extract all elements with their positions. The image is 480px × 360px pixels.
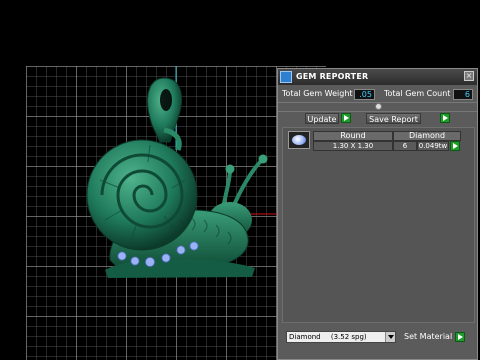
snail-pendant-model[interactable] [80, 70, 280, 285]
update-button[interactable]: Update [305, 113, 339, 124]
column-header-shape: Round [313, 131, 393, 141]
set-material-button[interactable]: Set Material [404, 331, 452, 343]
total-gem-count-label: Total Gem Count [384, 89, 451, 98]
slider-knob-icon[interactable] [375, 103, 382, 110]
gem-size-cell: 1.30 X 1.30 [313, 141, 393, 151]
total-gem-count-value: 6 [453, 89, 473, 100]
gem-count-cell: 6 [393, 141, 417, 151]
gem-thumbnail-icon[interactable] [288, 131, 310, 149]
material-select[interactable]: Diamond (3.52 spg) [286, 331, 396, 343]
set-material-go-arrow-icon[interactable] [455, 332, 465, 342]
save-report-button[interactable]: Save Report [366, 113, 421, 124]
column-header-material: Diamond [393, 131, 461, 141]
update-go-arrow-icon[interactable] [341, 113, 351, 123]
panel-titlebar[interactable]: GEM REPORTER × [278, 69, 477, 85]
gem-reporter-panel: GEM REPORTER × Total Gem Weight .05 Tota… [277, 68, 478, 360]
total-gem-weight-label: Total Gem Weight [282, 89, 353, 98]
panel-title: GEM REPORTER [296, 72, 369, 81]
gem-row-go-arrow-icon[interactable] [450, 141, 460, 151]
total-gem-weight-value: .05 [354, 89, 375, 100]
close-icon[interactable]: × [464, 71, 474, 81]
gem-weight-cell: 0.049tw [417, 141, 449, 151]
gem-reporter-app-icon [280, 71, 292, 83]
divider [278, 111, 477, 112]
material-name: Diamond [289, 333, 321, 341]
dropdown-arrow-icon[interactable] [385, 332, 395, 342]
save-report-go-arrow-icon[interactable] [440, 113, 450, 123]
gem-list[interactable]: Round Diamond 1.30 X 1.30 6 0.049tw [282, 127, 475, 323]
material-detail: (3.52 spg) [330, 333, 367, 341]
